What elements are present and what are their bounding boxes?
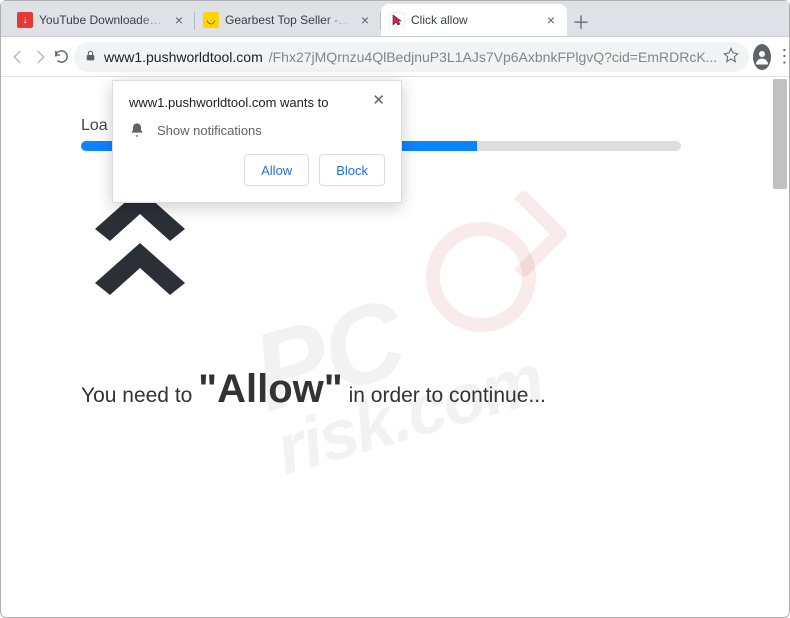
tab-title: Gearbest Top Seller - Dive [225,13,351,27]
notification-permission-dialog: www1.pushworldtool.com wants to ✕ Show n… [112,80,402,203]
block-button[interactable]: Block [319,154,385,186]
url-host: www1.pushworldtool.com [104,49,263,65]
bell-icon [129,122,145,138]
bookmark-star-icon[interactable] [723,47,739,66]
new-tab-button[interactable]: ＋ [567,8,595,36]
tab-title: YouTube Downloader - Do [39,13,165,27]
chrome-menu-button[interactable]: ⋮ [775,43,790,71]
allow-button[interactable]: Allow [244,154,309,186]
tab-title: Click allow [411,13,537,27]
profile-avatar[interactable] [753,44,771,70]
favicon: ◡ [203,12,219,28]
back-button[interactable] [9,43,27,71]
lock-icon [84,49,98,65]
tab-gearbest[interactable]: ◡ Gearbest Top Seller - Dive × [195,4,381,36]
permission-origin: www1.pushworldtool.com wants to [129,95,328,110]
tab-close-icon[interactable]: × [357,12,373,28]
address-bar[interactable]: www1.pushworldtool.com/Fhx27jMQrnzu4QlBe… [74,42,749,72]
tab-youtube-downloader[interactable]: ↓ YouTube Downloader - Do × [9,4,195,36]
instruction-text: You need to "Allow" in order to continue… [81,367,709,412]
url-path: /Fhx27jMQrnzu4QlBedjnuP3L1AJs7Vp6AxbnkFP… [269,49,718,65]
favicon: ↓ [17,12,33,28]
tab-close-icon[interactable]: × [171,12,187,28]
tab-strip: ↓ YouTube Downloader - Do × ◡ Gearbest T… [1,1,789,37]
browser-toolbar: www1.pushworldtool.com/Fhx27jMQrnzu4QlBe… [1,37,789,77]
favicon [389,12,405,28]
tab-close-icon[interactable]: × [543,12,559,28]
tab-click-allow[interactable]: Click allow × [381,4,567,36]
dialog-close-icon[interactable]: ✕ [372,91,385,110]
reload-button[interactable] [53,43,70,71]
permission-label: Show notifications [157,123,262,138]
forward-button[interactable] [31,43,49,71]
